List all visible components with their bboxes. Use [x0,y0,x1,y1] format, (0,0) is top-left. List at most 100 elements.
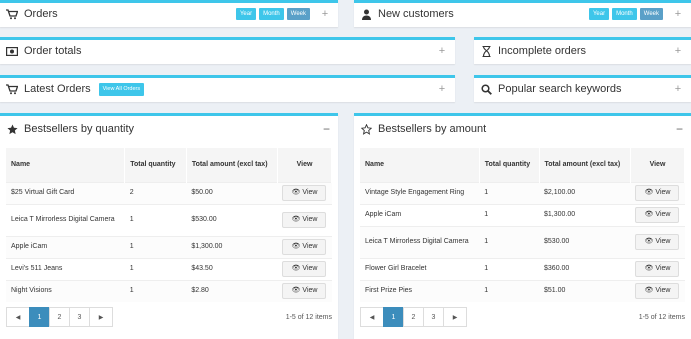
bestsellers-amount-card: Bestsellers by amount − Name Total quant… [354,113,691,339]
customers-period-year[interactable]: Year [588,8,610,20]
new-customers-card: New customers Year Month Week + [354,0,691,27]
expand-plus-icon[interactable]: + [673,83,683,95]
orders-title: Orders [24,8,58,20]
bestsellers-quantity-header[interactable]: Bestsellers by quantity − [0,116,338,142]
total-quantity: 1 [479,203,540,226]
expand-plus-icon[interactable]: + [673,45,683,57]
incomplete-orders-card-header[interactable]: Incomplete orders + [474,40,691,62]
next-page-button[interactable]: ▶ [443,307,467,327]
bestsellers-amount-title: Bestsellers by amount [378,123,487,135]
product-name: Leica T Mirrorless Digital Camera [6,203,125,236]
expand-plus-icon[interactable]: + [320,8,330,20]
orders-card-header[interactable]: Orders Year Month Week + [0,3,338,25]
prev-page-button[interactable]: ◀ [360,307,384,327]
view-all-orders-button[interactable]: View All Orders [98,82,145,96]
orders-period-month[interactable]: Month [259,8,284,20]
column-header-total-amount[interactable]: Total amount (excl tax) [539,148,631,182]
column-header-name[interactable]: Name [360,148,480,182]
popular-keywords-title: Popular search keywords [498,83,622,95]
view-button[interactable]: 👁 View [635,185,680,201]
collapse-minus-icon[interactable]: − [676,122,683,136]
view-button[interactable]: 👁 View [282,185,327,201]
expand-plus-icon[interactable]: + [673,8,683,20]
cart-icon [6,83,18,95]
view-button[interactable]: 👁 View [635,207,680,223]
page-1-button[interactable]: 1 [383,307,404,327]
page-3-button[interactable]: 3 [423,307,444,327]
page-2-button[interactable]: 2 [49,307,70,327]
order-totals-card-header[interactable]: Order totals + [0,40,455,62]
view-label: View [655,189,671,196]
view-label: View [655,238,671,245]
table-row: First Prize Pies 1 $51.00 👁 View [360,279,685,302]
view-button[interactable]: 👁 View [282,212,327,228]
order-totals-card: Order totals + [0,37,455,64]
total-amount: $43.50 [186,257,278,280]
view-label: View [302,243,318,250]
table-row: $25 Virtual Gift Card 2 $50.00 👁 View [6,181,332,204]
column-header-view: View [277,148,333,182]
view-button[interactable]: 👁 View [635,234,680,250]
product-name: $25 Virtual Gift Card [6,181,125,204]
view-button[interactable]: 👁 View [635,261,680,277]
view-button[interactable]: 👁 View [282,283,327,300]
column-header-total-quantity[interactable]: Total quantity [124,148,187,182]
pagination: ◀ 1 2 3 ▶ [360,307,467,327]
orders-period-week[interactable]: Week [286,8,310,20]
total-amount: $2,100.00 [539,181,631,204]
expand-plus-icon[interactable]: + [437,45,447,57]
table-row: Flower Girl Bracelet 1 $360.00 👁 View [360,257,685,280]
bestsellers-quantity-title: Bestsellers by quantity [24,123,135,135]
total-quantity: 1 [479,225,540,258]
new-customers-card-header[interactable]: New customers Year Month Week + [354,3,691,25]
page-3-button[interactable]: 3 [69,307,90,327]
money-icon [6,45,18,57]
customers-period-week[interactable]: Week [639,8,663,20]
table-row: Vintage Style Engagement Ring 1 $2,100.0… [360,181,685,204]
orders-period-year[interactable]: Year [235,8,257,20]
total-quantity: 2 [124,181,187,204]
new-customers-title: New customers [378,8,454,20]
total-amount: $530.00 [539,225,631,258]
table-row: Leica T Mirrorless Digital Camera 1 $530… [6,203,332,236]
total-quantity: 1 [479,181,540,204]
expand-plus-icon[interactable]: + [437,83,447,95]
product-name: Apple iCam [360,203,480,226]
hourglass-icon [480,45,492,57]
bestsellers-amount-header[interactable]: Bestsellers by amount − [354,116,691,142]
total-quantity: 1 [124,203,187,236]
eye-icon: 👁 [291,243,301,250]
orders-card: Orders Year Month Week + [0,0,338,27]
eye-icon: 👁 [644,287,654,295]
popular-keywords-card-header[interactable]: Popular search keywords + [474,78,691,100]
table-row: Night Visions 1 $2.80 👁 View [6,279,332,302]
popular-keywords-card: Popular search keywords + [474,75,691,102]
bestsellers-amount-table: Name Total quantity Total amount (excl t… [360,148,686,302]
view-button[interactable]: 👁 View [635,283,680,300]
page-2-button[interactable]: 2 [403,307,424,327]
customers-period-month[interactable]: Month [612,8,637,20]
product-name: Night Visions [6,279,125,302]
table-row: Apple iCam 1 $1,300.00 👁 View [360,203,685,226]
total-amount: $360.00 [539,257,631,280]
view-label: View [302,216,318,223]
column-header-name[interactable]: Name [6,148,126,182]
column-header-total-amount[interactable]: Total amount (excl tax) [186,148,278,182]
eye-icon: 👁 [644,211,654,218]
view-label: View [302,265,318,272]
star-filled-icon [6,123,18,135]
view-button[interactable]: 👁 View [282,239,327,255]
view-button[interactable]: 👁 View [282,261,327,277]
prev-page-button[interactable]: ◀ [6,307,30,327]
latest-orders-card-header[interactable]: Latest Orders View All Orders + [0,78,455,100]
eye-icon: 👁 [291,287,301,295]
next-page-button[interactable]: ▶ [89,307,113,327]
product-name: Levi's 511 Jeans [6,257,125,280]
total-amount: $50.00 [186,181,278,204]
view-label: View [302,189,318,196]
page-1-button[interactable]: 1 [29,307,50,327]
collapse-minus-icon[interactable]: − [323,122,330,136]
column-header-total-quantity[interactable]: Total quantity [479,148,540,182]
total-quantity: 1 [124,279,187,302]
order-totals-title: Order totals [24,45,82,57]
